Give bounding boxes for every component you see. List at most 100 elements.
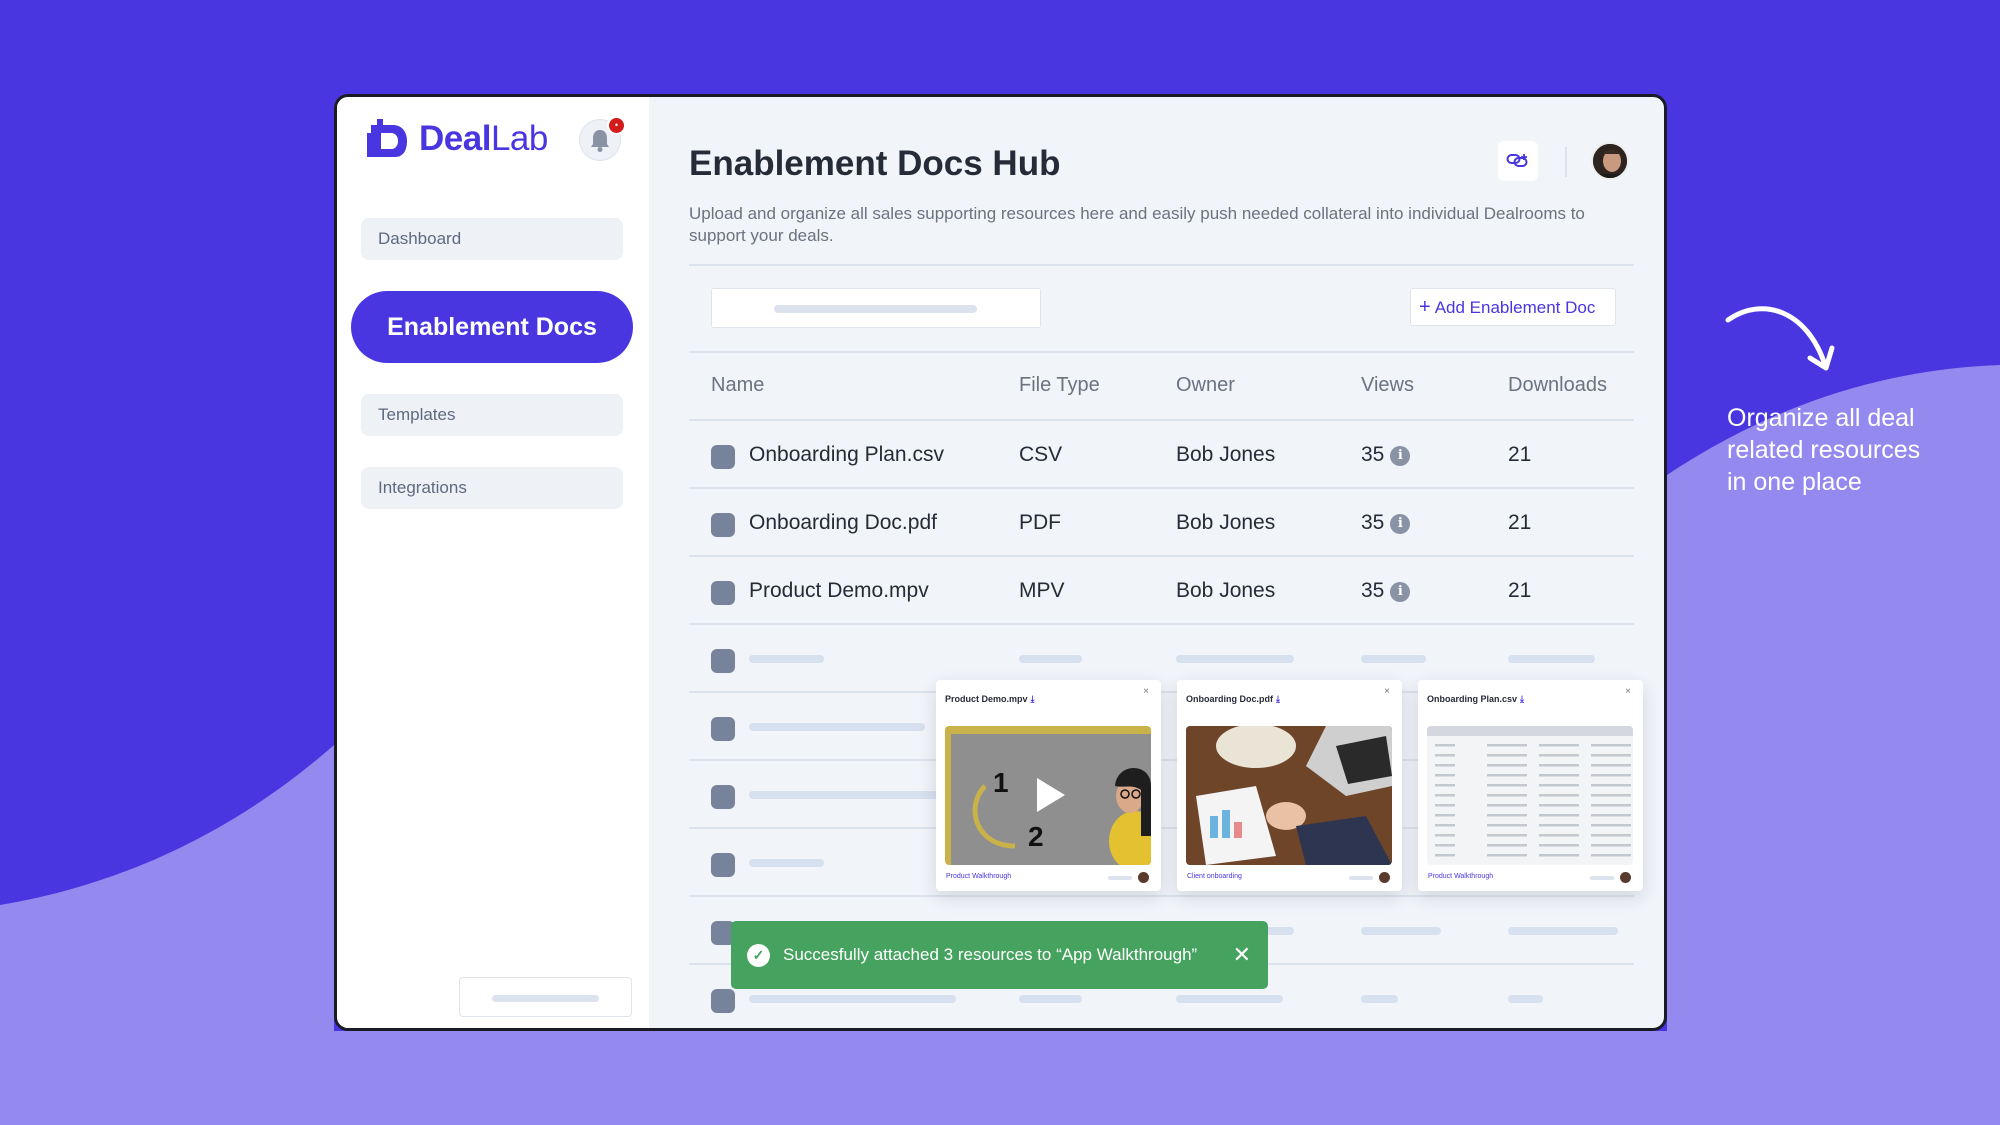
logo-text: DealLab — [419, 119, 548, 158]
column-header-owner[interactable]: Owner — [1176, 374, 1235, 397]
sheet-cell-line — [1435, 764, 1455, 767]
plus-icon: + — [1419, 296, 1431, 318]
sheet-cell-line — [1435, 754, 1455, 757]
sheet-cell-line — [1435, 844, 1455, 847]
sheet-cell-line — [1435, 794, 1455, 797]
sheet-cell-line — [1539, 744, 1579, 747]
search-placeholder-bar — [774, 305, 977, 313]
sheet-cell-line — [1487, 844, 1527, 847]
row-checkbox[interactable] — [711, 513, 735, 537]
document-photo — [1186, 726, 1392, 865]
cell-file-type: MPV — [1019, 579, 1065, 602]
skeleton-bar — [749, 791, 939, 799]
cell-downloads: 21 — [1508, 443, 1532, 466]
download-icon[interactable]: ⤓ — [1031, 694, 1035, 704]
sheet-cell-line — [1539, 804, 1579, 807]
sheet-cell-line — [1435, 784, 1455, 787]
sheet-cell-line — [1539, 794, 1579, 797]
sheet-cell-line — [1591, 824, 1631, 827]
sidebar: DealLab • Dashboard Enablement Docs Temp… — [337, 97, 649, 1028]
table-row[interactable]: Product Demo.mpv MPV Bob Jones 35 i 21 — [689, 557, 1634, 625]
column-header-name[interactable]: Name — [711, 374, 764, 397]
cell-name[interactable]: Onboarding Plan.csv — [749, 443, 944, 467]
cell-file-type: PDF — [1019, 511, 1061, 534]
preview-progress-bar — [1349, 876, 1373, 880]
preview-progress-bar — [1590, 876, 1614, 880]
sheet-cell-line — [1487, 834, 1527, 837]
header-divider — [1565, 147, 1567, 177]
copy-link-button[interactable] — [1498, 141, 1538, 181]
sheet-cell-line — [1539, 754, 1579, 757]
cell-owner: Bob Jones — [1176, 443, 1276, 466]
check-circle-icon: ✓ — [747, 944, 770, 967]
preview-progress-bar — [1108, 876, 1132, 880]
info-icon[interactable]: i — [1390, 446, 1411, 466]
video-thumbnail[interactable]: 1 2 — [945, 726, 1151, 865]
close-icon[interactable]: ✕ — [1233, 921, 1251, 989]
sheet-cell-line — [1487, 774, 1527, 777]
download-icon[interactable]: ⤓ — [1276, 694, 1280, 704]
sheet-cell-line — [1591, 814, 1631, 817]
page-description: Upload and organize all sales supporting… — [689, 204, 1585, 245]
skeleton-bar — [749, 723, 925, 731]
sidebar-item-dashboard[interactable]: Dashboard — [361, 218, 623, 260]
info-icon[interactable]: i — [1390, 514, 1411, 534]
row-checkbox[interactable] — [711, 785, 735, 809]
preview-footer-label: Product Walkthrough — [946, 873, 1012, 880]
column-header-downloads[interactable]: Downloads — [1508, 374, 1607, 397]
column-header-file-type[interactable]: File Type — [1019, 374, 1100, 397]
table-row[interactable]: Onboarding Doc.pdf PDF Bob Jones 35 i 21 — [689, 489, 1634, 557]
sheet-cell-line — [1487, 794, 1527, 797]
link-icon — [1506, 154, 1528, 167]
row-checkbox[interactable] — [711, 853, 735, 877]
views-count: 35 — [1361, 579, 1385, 602]
sidebar-item-templates[interactable]: Templates — [361, 394, 623, 436]
info-icon[interactable]: i — [1390, 582, 1411, 602]
skeleton-bar — [1176, 995, 1283, 1003]
sheet-cell-line — [1539, 854, 1579, 857]
table-row[interactable]: Onboarding Plan.csv CSV Bob Jones 35 i 21 — [689, 421, 1634, 489]
deallab-logo-icon — [367, 119, 407, 157]
skeleton-bar — [1361, 927, 1441, 935]
close-icon[interactable]: × — [1625, 686, 1631, 697]
document-thumbnail[interactable] — [1186, 726, 1392, 865]
sheet-cell-line — [1435, 854, 1455, 857]
row-checkbox[interactable] — [711, 989, 735, 1013]
row-checkbox[interactable] — [711, 717, 735, 741]
search-input[interactable] — [711, 288, 1041, 328]
preview-card-onboarding-plan[interactable]: Onboarding Plan.csv ⤓ × Product Walkthrou… — [1418, 680, 1643, 891]
skeleton-bar — [749, 655, 824, 663]
preview-footer-label: Client onboarding — [1187, 873, 1242, 880]
close-icon[interactable]: × — [1384, 686, 1390, 697]
sheet-cell-line — [1435, 814, 1455, 817]
skeleton-bar — [749, 995, 956, 1003]
close-icon[interactable]: × — [1143, 686, 1149, 697]
spreadsheet-thumbnail[interactable] — [1427, 726, 1633, 865]
sheet-cell-line — [1435, 804, 1455, 807]
toast-message: Succesfully attached 3 resources to “App… — [783, 945, 1198, 964]
cell-name[interactable]: Product Demo.mpv — [749, 579, 929, 603]
preview-card-product-demo[interactable]: Product Demo.mpv ⤓ × 1 2 Product Walkthro… — [936, 680, 1161, 891]
sidebar-item-integrations[interactable]: Integrations — [361, 467, 623, 509]
deallab-logo[interactable]: DealLab — [367, 119, 548, 159]
sheet-cell-line — [1487, 744, 1527, 747]
skeleton-bar — [1508, 655, 1595, 663]
sheet-cell-line — [1487, 764, 1527, 767]
preview-card-onboarding-doc[interactable]: Onboarding Doc.pdf ⤓ × Client onboarding — [1177, 680, 1402, 891]
row-checkbox[interactable] — [711, 581, 735, 605]
download-icon[interactable]: ⤓ — [1520, 694, 1524, 704]
spreadsheet-grid — [1427, 726, 1633, 865]
notifications-button[interactable]: • — [579, 116, 626, 161]
row-checkbox[interactable] — [711, 445, 735, 469]
sidebar-footer-button[interactable] — [459, 977, 632, 1017]
sheet-cell-line — [1591, 844, 1631, 847]
sheet-cell-line — [1435, 744, 1455, 747]
user-avatar[interactable] — [1591, 142, 1629, 180]
svg-text:1: 1 — [993, 767, 1009, 798]
add-enablement-doc-button[interactable]: + Add Enablement Doc — [1410, 288, 1616, 326]
sidebar-item-enablement-docs[interactable]: Enablement Docs — [351, 291, 633, 363]
column-header-views[interactable]: Views — [1361, 374, 1414, 397]
cell-name[interactable]: Onboarding Doc.pdf — [749, 511, 937, 535]
sheet-cell-line — [1591, 794, 1631, 797]
row-checkbox[interactable] — [711, 649, 735, 673]
